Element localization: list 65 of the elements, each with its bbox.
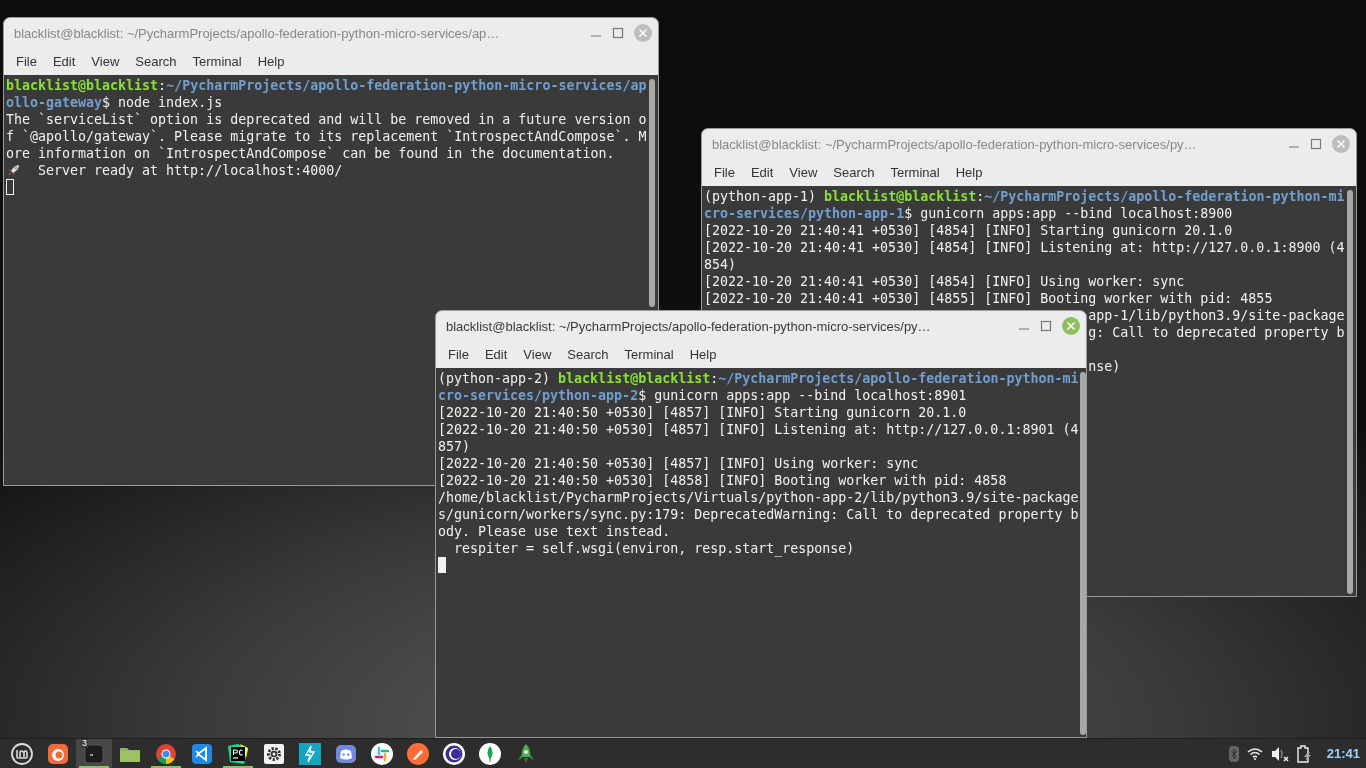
menu-item[interactable]: Search [559,344,617,365]
battery-icon[interactable] [1296,744,1313,763]
output-line: [2022-10-20 21:40:41 +0530] [4854] [INFO] Starting gunicorn 20.1.0 [704,222,1234,239]
output-line: The `serviceList` option is deprecated and will be removed in a future version of `@apollo/gateway`. Please migrate to its replacement `IntrospectAndCompose`. More information on `IntrospectAndCompose` can be found in the documentation. [6,111,648,162]
browser-icon[interactable] [154,741,178,766]
hash-icon[interactable] [370,741,394,766]
output-line: [2022-10-20 21:40:50 +0530] [4858] [INFO] Booting worker with pid: 4858 [438,472,1008,489]
output-line: app-1/lib/python3.9/site-package [1088,308,1345,323]
window-title: blacklist@blacklist: ~/PycharmProjects/apollo-federation-python-micro-services/py… [446,318,932,334]
focused-app-highlight[interactable]: 3 [76,739,112,768]
output-line: Server ready at http://localhost:4000/ [37,163,343,178]
window-count-badge: 3 [81,739,88,748]
rocket-icon [6,162,22,178]
settings-icon[interactable] [262,741,286,766]
menu-item[interactable]: Search [825,162,883,183]
menu-item[interactable]: Edit [476,344,516,365]
menu-item[interactable]: File [440,344,477,365]
menu-item[interactable]: View [83,51,128,72]
output-line: [2022-10-20 21:40:50 +0530] [4857] [INFO] Listening at: http://127.0.0.1:8901 (4857) [438,421,1080,455]
menu-item[interactable]: Terminal [616,344,682,365]
output-line: [2022-10-20 21:40:41 +0530] [4854] [INFO] Listening at: http://127.0.0.1:8900 (4854) [704,239,1346,273]
output-line: [2022-10-20 21:40:50 +0530] [4857] [INFO] Starting gunicorn 20.1.0 [438,404,968,421]
menu-item[interactable]: Terminal [184,51,250,72]
output-line: nse) [1088,359,1121,374]
volume-muted-icon[interactable] [1270,745,1289,762]
window-title: blacklist@blacklist: ~/PycharmProjects/apollo-federation-python-micro-services/py… [712,136,1198,152]
code-editor-icon[interactable] [190,741,214,766]
maximize-icon[interactable] [612,27,624,39]
command-line: blacklist@blacklist:~/PycharmProjects/apollo-federation-python-micro-services/apollo-gateway$ node index.js [6,77,648,111]
maximize-icon[interactable] [1040,320,1052,332]
scrollbar[interactable] [1080,372,1086,735]
browser-icon[interactable] [46,741,70,766]
maximize-icon[interactable] [1310,138,1322,150]
leaf-icon[interactable] [478,741,502,766]
scrollbar[interactable] [1347,190,1353,594]
pen-icon[interactable] [406,741,430,766]
menu-icon[interactable] [10,741,34,766]
window-title: blacklist@blacklist: ~/PycharmProjects/apollo-federation-python-micro-services/ap… [14,25,501,41]
output-line: g: Call to deprecated property b [1088,325,1345,340]
ide-icon[interactable] [226,741,250,766]
output-line: /home/blacklist/PycharmProjects/Virtuals/python-app-2/lib/python3.9/site-packages/gunicorn/workers/sync.py:179: DeprecatedWarning: Call to deprecated property body. Please use text instead. [438,489,1080,540]
output-line: [2022-10-20 21:40:41 +0530] [4854] [INFO] Using worker: sync [704,273,1186,290]
lightning-icon[interactable] [298,741,322,766]
output-line: [2022-10-20 21:40:41 +0530] [4855] [INFO] Booting worker with pid: 4855 [704,290,1274,307]
menu-item[interactable]: File [8,51,45,72]
menu-item[interactable]: File [706,162,743,183]
wifi-icon[interactable] [1246,747,1263,760]
terminal-icon[interactable] [82,741,106,766]
bluetooth-icon[interactable] [1228,745,1239,762]
menu-item[interactable]: Help [947,162,991,183]
menu-item[interactable]: Help [681,344,725,365]
output-line: respiter = self.wsgi(environ, resp.start_response) [453,540,856,557]
menu-item[interactable]: Edit [742,162,782,183]
clock[interactable]: 21:41 [1326,746,1360,761]
command-line: (python-app-2) blacklist@blacklist:~/PycharmProjects/apollo-federation-python-micro-services/python-app-2$ gunicorn apps:app --bind localhost:8901 [438,370,1080,404]
scrollbar[interactable] [649,79,655,307]
menu-item[interactable]: Edit [44,51,84,72]
menu-item[interactable]: Help [249,51,293,72]
command-line: (python-app-1) blacklist@blacklist:~/PycharmProjects/apollo-federation-python-micro-services/python-app-1$ gunicorn apps:app --bind localhost:8900 [704,188,1346,222]
menu-item[interactable]: View [515,344,560,365]
menu-item[interactable]: View [781,162,826,183]
menu-item[interactable]: Search [127,51,185,72]
output-line: [2022-10-20 21:40:50 +0530] [4857] [INFO] Using worker: sync [438,455,920,472]
menu-item[interactable]: Terminal [882,162,948,183]
ring-icon[interactable] [442,741,466,766]
